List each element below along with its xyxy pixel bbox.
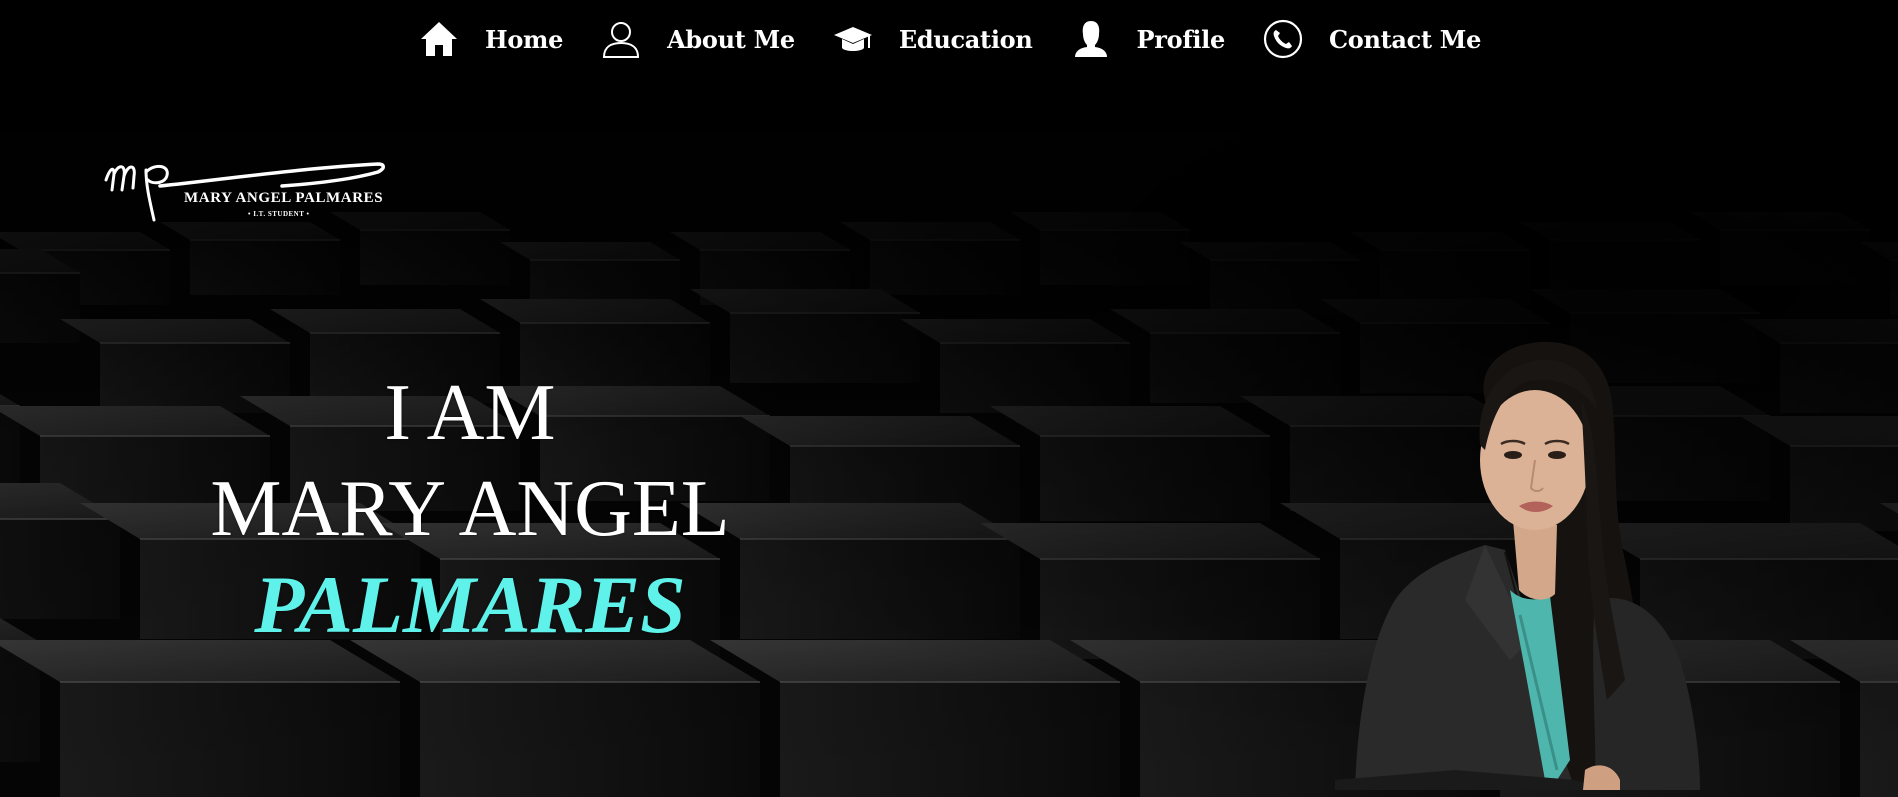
nav-about-me[interactable]: About Me: [599, 17, 795, 61]
person-silhouette-icon: [1069, 17, 1113, 61]
site-logo[interactable]: MARY ANGEL PALMARES • I.T. STUDENT •: [100, 150, 400, 228]
nav-label-about-me: About Me: [667, 24, 795, 54]
hero-heading: I AM MARY ANGEL PALMARES: [160, 365, 780, 653]
nav-profile[interactable]: Profile: [1069, 17, 1225, 61]
home-icon: [417, 17, 461, 61]
signature-logo: MARY ANGEL PALMARES • I.T. STUDENT •: [104, 162, 385, 222]
hero-line-3: PALMARES: [254, 559, 686, 650]
hero-line-1: I AM: [384, 369, 556, 457]
logo-tagline: • I.T. STUDENT •: [248, 210, 310, 218]
nav-contact-me[interactable]: Contact Me: [1261, 17, 1481, 61]
hero-page: Home About Me Education Profile Contact …: [0, 0, 1898, 797]
phone-icon: [1261, 17, 1305, 61]
logo-name: MARY ANGEL PALMARES: [184, 190, 383, 206]
nav-label-home: Home: [484, 24, 564, 54]
nav-label-education: Education: [898, 24, 1033, 54]
graduation-cap-icon: [831, 17, 875, 61]
portrait-photo: [1335, 341, 1700, 790]
nav-education[interactable]: Education: [831, 17, 1033, 61]
nav-label-profile: Profile: [1136, 24, 1226, 54]
nav-home[interactable]: Home: [417, 17, 563, 61]
nav-label-contact-me: Contact Me: [1328, 24, 1482, 54]
main-nav: Home About Me Education Profile Contact …: [0, 0, 1898, 78]
user-outline-icon: [599, 17, 643, 61]
hero-line-2: MARY ANGEL: [210, 465, 730, 553]
